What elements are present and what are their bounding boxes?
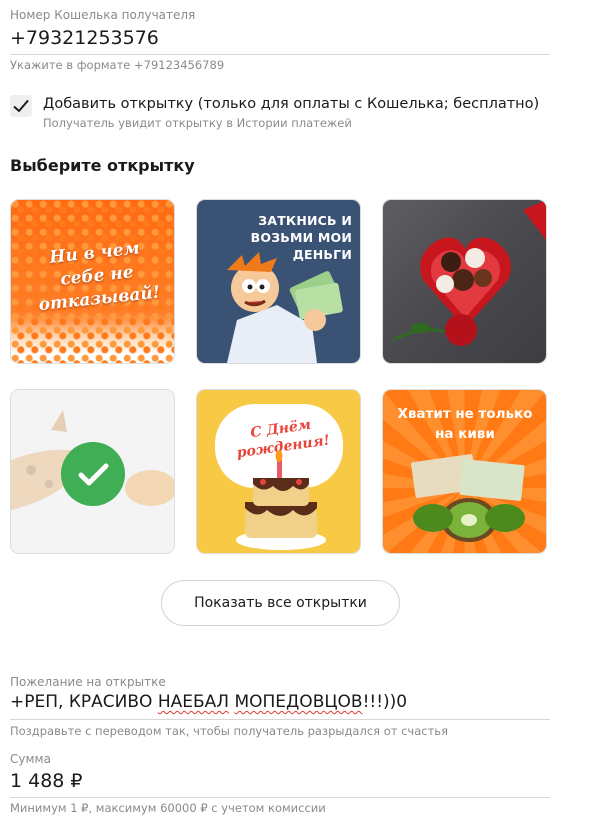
- amount-input[interactable]: 1 488 ₽: [10, 770, 83, 792]
- amount-hint: Минимум 1 ₽, максимум 60000 ₽ с учетом к…: [10, 801, 326, 815]
- card-giraffe[interactable]: [10, 389, 175, 554]
- banknotes-kiwi-illustration: [411, 454, 525, 542]
- cartoon-character-illustration: [227, 252, 343, 363]
- postcard-hint: Получатель увидит открытку в Истории пла…: [43, 116, 352, 130]
- wish-input[interactable]: +РЕП, КРАСИВО НАЕБАЛ МОПЕДОВЦОВ!!!))0: [10, 692, 407, 712]
- misspelled-word: НАЕБАЛ: [157, 692, 230, 712]
- amount-label: Сумма: [10, 752, 51, 766]
- chocolates-image: [383, 200, 546, 363]
- wish-text-part: !!!))0: [362, 692, 408, 712]
- wish-label: Пожелание на открытке: [10, 675, 166, 689]
- money-image: ЗАТКНИСЬ И ВОЗЬМИ МОИ ДЕНЬГИ: [197, 200, 360, 363]
- recipient-underline: [10, 54, 550, 55]
- misspelled-word: МОПЕДОВЦОВ: [234, 692, 363, 712]
- check-icon: [13, 99, 29, 113]
- kiwi-image: Хватит не только на киви: [383, 390, 546, 553]
- wish-hint: Поздравьте с переводом так, чтобы получа…: [10, 724, 448, 738]
- birthday-image: С Днём рождения!: [197, 390, 360, 553]
- wish-text-part: +РЕП, КРАСИВО: [10, 692, 158, 712]
- card-birthday[interactable]: С Днём рождения!: [196, 389, 361, 554]
- cards-section-title: Выберите открытку: [10, 156, 195, 175]
- card-money[interactable]: ЗАТКНИСЬ И ВОЗЬМИ МОИ ДЕНЬГИ: [196, 199, 361, 364]
- card-chocolates[interactable]: [382, 199, 547, 364]
- postcard-checkbox-label[interactable]: Добавить открытку (только для оплаты с К…: [43, 96, 539, 112]
- giraffe-image: [11, 390, 174, 553]
- card-kiwi[interactable]: Хватит не только на киви: [382, 389, 547, 554]
- postcard-checkbox[interactable]: [10, 95, 32, 117]
- checkmark-icon: [78, 463, 109, 486]
- caviar-image: Ни в чем себе не отказывай!: [11, 200, 174, 363]
- amount-underline: [10, 797, 550, 798]
- wish-underline: [10, 719, 550, 720]
- recipient-input[interactable]: +79321253576: [10, 27, 159, 49]
- selected-indicator: [61, 442, 125, 506]
- show-all-cards-button[interactable]: Показать все открытки: [161, 580, 400, 626]
- card-caviar-text: Ни в чем себе не отказывай!: [37, 238, 162, 316]
- heart-box-illustration: [392, 200, 546, 346]
- card-caviar[interactable]: Ни в чем себе не отказывай!: [10, 199, 175, 364]
- recipient-label: Номер Кошелька получателя: [10, 8, 196, 22]
- recipient-hint: Укажите в формате +79123456789: [10, 58, 225, 72]
- cake-illustration: [236, 450, 326, 550]
